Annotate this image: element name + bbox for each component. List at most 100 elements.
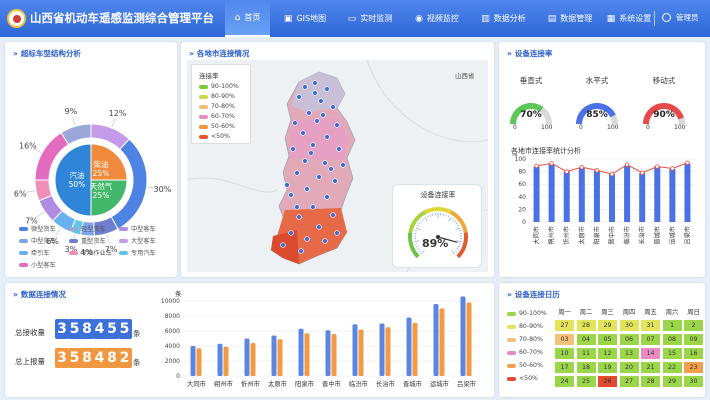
device-location-pin[interactable] bbox=[324, 194, 330, 200]
device-location-pin[interactable] bbox=[324, 86, 330, 92]
device-location-pin[interactable] bbox=[292, 120, 298, 126]
vehicle-legend-item[interactable]: 大型客车 bbox=[119, 236, 156, 245]
data-series-bar[interactable] bbox=[190, 346, 196, 376]
data-series-bar[interactable] bbox=[223, 346, 229, 376]
data-series-bar[interactable] bbox=[385, 327, 391, 376]
city-rate-point[interactable] bbox=[609, 171, 615, 177]
device-location-pin[interactable] bbox=[334, 122, 340, 128]
vehicle-legend-item[interactable]: 轻型货车 bbox=[69, 224, 106, 233]
calendar-day[interactable]: 19 bbox=[597, 361, 618, 374]
calendar-day[interactable]: 21 bbox=[640, 361, 661, 374]
nav-map[interactable]: ▣ GIS地图 bbox=[274, 0, 336, 37]
calendar-day[interactable]: 11 bbox=[575, 347, 597, 360]
city-rate-bar[interactable] bbox=[548, 164, 555, 222]
calendar-day[interactable]: 2 bbox=[683, 319, 704, 332]
device-location-pin[interactable] bbox=[294, 170, 300, 176]
data-series-bar[interactable] bbox=[412, 322, 418, 376]
device-location-pin[interactable] bbox=[310, 142, 316, 148]
map-legend-item[interactable]: 80-90% bbox=[199, 93, 235, 100]
city-rate-bar[interactable] bbox=[593, 170, 600, 222]
calendar-day[interactable]: 24 bbox=[554, 375, 575, 388]
device-location-pin[interactable] bbox=[284, 182, 290, 188]
device-location-pin[interactable] bbox=[304, 186, 310, 192]
data-series-bar[interactable] bbox=[304, 333, 310, 376]
calendar-day[interactable]: 25 bbox=[575, 375, 597, 388]
data-series-bar[interactable] bbox=[358, 329, 364, 377]
calendar-day[interactable]: 22 bbox=[661, 361, 683, 374]
calendar-day[interactable]: 20 bbox=[618, 361, 640, 374]
device-location-pin[interactable] bbox=[332, 178, 338, 184]
data-series-bar[interactable] bbox=[325, 330, 331, 376]
device-location-pin[interactable] bbox=[296, 214, 302, 220]
device-location-pin[interactable] bbox=[316, 174, 322, 180]
device-location-pin[interactable] bbox=[318, 98, 324, 104]
data-series-bar[interactable] bbox=[379, 323, 385, 377]
vehicle-legend-item[interactable]: 牵引车 bbox=[19, 248, 50, 257]
city-rate-bar[interactable] bbox=[624, 165, 631, 222]
calendar-legend-item[interactable]: 60-70% bbox=[507, 349, 543, 356]
map-legend-item[interactable]: 50-60% bbox=[199, 123, 235, 130]
nav-camera[interactable]: ◉ 视频监控 bbox=[405, 0, 469, 37]
vehicle-legend-item[interactable]: 小型客车 bbox=[19, 260, 56, 269]
calendar-day[interactable]: 03 bbox=[554, 333, 575, 346]
device-location-pin[interactable] bbox=[312, 90, 318, 96]
data-series-bar[interactable] bbox=[433, 304, 439, 376]
city-rate-bar[interactable] bbox=[684, 163, 691, 222]
map-legend-item[interactable]: 60-70% bbox=[199, 113, 235, 120]
central-region-shape[interactable] bbox=[289, 118, 349, 160]
data-series-bar[interactable] bbox=[352, 324, 358, 376]
calendar-legend-item[interactable]: 90-100% bbox=[507, 310, 547, 317]
data-series-bar[interactable] bbox=[439, 308, 445, 377]
city-rate-point[interactable] bbox=[685, 160, 690, 165]
calendar-day[interactable]: 28 bbox=[640, 375, 661, 388]
data-series-bar[interactable] bbox=[217, 343, 223, 376]
calendar-day[interactable]: 14 bbox=[640, 347, 661, 360]
calendar-day[interactable]: 27 bbox=[618, 375, 640, 388]
data-series-bar[interactable] bbox=[196, 348, 202, 376]
city-rate-bar[interactable] bbox=[533, 166, 540, 222]
calendar-legend-item[interactable]: 80-90% bbox=[507, 323, 543, 330]
nav-database[interactable]: ▤ 数据管理 bbox=[539, 0, 601, 37]
city-rate-point[interactable] bbox=[594, 168, 600, 173]
calendar-day[interactable]: 1 bbox=[661, 319, 683, 332]
device-location-pin[interactable] bbox=[322, 160, 328, 166]
vehicle-legend-item[interactable]: 专项作业车 bbox=[69, 248, 112, 257]
device-location-pin[interactable] bbox=[320, 112, 326, 118]
calendar-day[interactable]: 27 bbox=[554, 319, 575, 332]
data-series-bar[interactable] bbox=[244, 338, 250, 377]
data-series-bar[interactable] bbox=[406, 317, 412, 377]
vehicle-legend-item[interactable]: 专用汽车 bbox=[119, 248, 156, 257]
calendar-day[interactable]: 13 bbox=[618, 347, 640, 360]
device-location-pin[interactable] bbox=[308, 150, 314, 156]
city-rate-point[interactable] bbox=[655, 164, 660, 169]
data-series-bar[interactable] bbox=[466, 302, 472, 377]
city-rate-bar[interactable] bbox=[609, 174, 615, 222]
calendar-day[interactable]: 28 bbox=[575, 319, 597, 332]
calendar-day[interactable]: 26 bbox=[597, 375, 618, 388]
calendar-day[interactable]: 29 bbox=[661, 375, 683, 388]
device-location-pin[interactable] bbox=[336, 146, 342, 152]
calendar-day[interactable]: 31 bbox=[640, 319, 661, 332]
city-rate-bar[interactable] bbox=[578, 167, 585, 222]
nav-monitor[interactable]: ▭ 实时监测 bbox=[339, 0, 401, 37]
device-location-pin[interactable] bbox=[322, 238, 328, 244]
data-series-bar[interactable] bbox=[298, 328, 304, 376]
vehicle-legend-item[interactable]: 中型货车 bbox=[19, 236, 56, 245]
calendar-day[interactable]: 04 bbox=[575, 333, 597, 346]
city-rate-bar[interactable] bbox=[563, 171, 570, 222]
device-location-pin[interactable] bbox=[316, 224, 322, 230]
device-location-pin[interactable] bbox=[288, 192, 294, 198]
calendar-day[interactable]: 10 bbox=[554, 347, 575, 360]
device-location-pin[interactable] bbox=[288, 230, 294, 236]
calendar-day[interactable]: 09 bbox=[683, 333, 704, 346]
vehicle-legend-item[interactable]: 中型客车 bbox=[119, 224, 156, 233]
city-rate-point[interactable] bbox=[564, 169, 569, 174]
city-rate-point[interactable] bbox=[549, 161, 554, 166]
calendar-day[interactable]: 17 bbox=[554, 361, 575, 374]
city-rate-bar[interactable] bbox=[654, 166, 661, 222]
calendar-day[interactable]: 08 bbox=[661, 333, 683, 346]
device-location-pin[interactable] bbox=[312, 80, 318, 86]
nav-settings[interactable]: ▦ 系统设置 bbox=[604, 0, 654, 37]
vehicle-legend-item[interactable]: 微型货车 bbox=[19, 224, 56, 233]
device-location-pin[interactable] bbox=[294, 204, 300, 210]
